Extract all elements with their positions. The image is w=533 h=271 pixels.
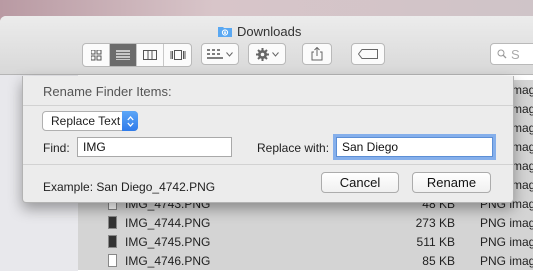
replace-with-field[interactable] <box>336 137 493 157</box>
icon-view-button[interactable] <box>83 44 110 66</box>
search-placeholder: S <box>511 46 520 62</box>
rename-example: Example: San Diego_4742.PNG <box>43 180 216 194</box>
sheet-title: Rename Finder Items: <box>43 84 172 99</box>
cover-flow-button[interactable] <box>164 44 191 66</box>
list-view-button[interactable] <box>110 44 137 66</box>
file-size: 511 KB <box>416 234 455 249</box>
window-title-text: Downloads <box>237 23 302 39</box>
file-row[interactable]: IMG_4746.PNG 85 KB PNG imag <box>78 251 533 270</box>
window-titlebar: Downloads S <box>0 16 533 75</box>
rename-mode-popup[interactable]: Replace Text <box>42 111 138 131</box>
file-row[interactable]: IMG_4745.PNG 511 KB PNG imag <box>78 232 533 251</box>
file-row[interactable]: IMG_4744.PNG 273 KB PNG imag <box>78 213 533 232</box>
rename-mode-value: Replace Text <box>51 114 121 128</box>
rename-sheet: Rename Finder Items: Replace Text Find: … <box>22 76 514 203</box>
column-view-button[interactable] <box>137 44 164 66</box>
cancel-button[interactable]: Cancel <box>321 172 399 193</box>
file-thumbnail-icon <box>108 235 117 248</box>
downloads-folder-icon <box>218 25 232 37</box>
popup-arrows-icon <box>122 111 138 131</box>
window-title: Downloads <box>218 22 301 40</box>
find-field[interactable] <box>77 137 232 157</box>
tags-button[interactable] <box>351 43 385 65</box>
file-thumbnail-icon <box>108 216 117 229</box>
search-icon <box>497 49 507 59</box>
view-mode-control <box>82 43 192 67</box>
file-thumbnail-icon <box>108 254 117 267</box>
toolbar: S <box>0 43 533 67</box>
sheet-divider <box>23 105 513 106</box>
action-button[interactable] <box>248 43 286 65</box>
chevron-down-icon <box>271 51 279 57</box>
list-view-icon <box>116 50 130 60</box>
icon-view-icon <box>90 49 101 60</box>
sheet-divider-bottom <box>23 164 513 165</box>
share-icon <box>311 47 323 61</box>
cover-flow-icon <box>170 50 185 60</box>
file-kind: PNG imag <box>480 215 533 230</box>
file-size: 85 KB <box>422 253 455 268</box>
search-field[interactable]: S <box>490 43 533 65</box>
tag-icon <box>358 49 378 59</box>
gear-icon <box>255 47 269 61</box>
arrange-grid-icon <box>207 49 223 59</box>
file-kind: PNG imag <box>480 234 533 249</box>
find-label: Find: <box>43 141 70 155</box>
share-button[interactable] <box>302 43 332 65</box>
file-size: 273 KB <box>415 215 455 230</box>
file-name: IMG_4745.PNG <box>125 234 211 249</box>
file-name: IMG_4746.PNG <box>125 253 211 268</box>
arrange-button[interactable] <box>201 43 239 65</box>
column-view-icon <box>143 50 157 60</box>
rename-button[interactable]: Rename <box>412 172 491 193</box>
file-kind: PNG imag <box>480 253 533 268</box>
replace-with-label: Replace with: <box>257 141 330 155</box>
chevron-down-icon <box>226 51 233 57</box>
file-name: IMG_4744.PNG <box>125 215 211 230</box>
